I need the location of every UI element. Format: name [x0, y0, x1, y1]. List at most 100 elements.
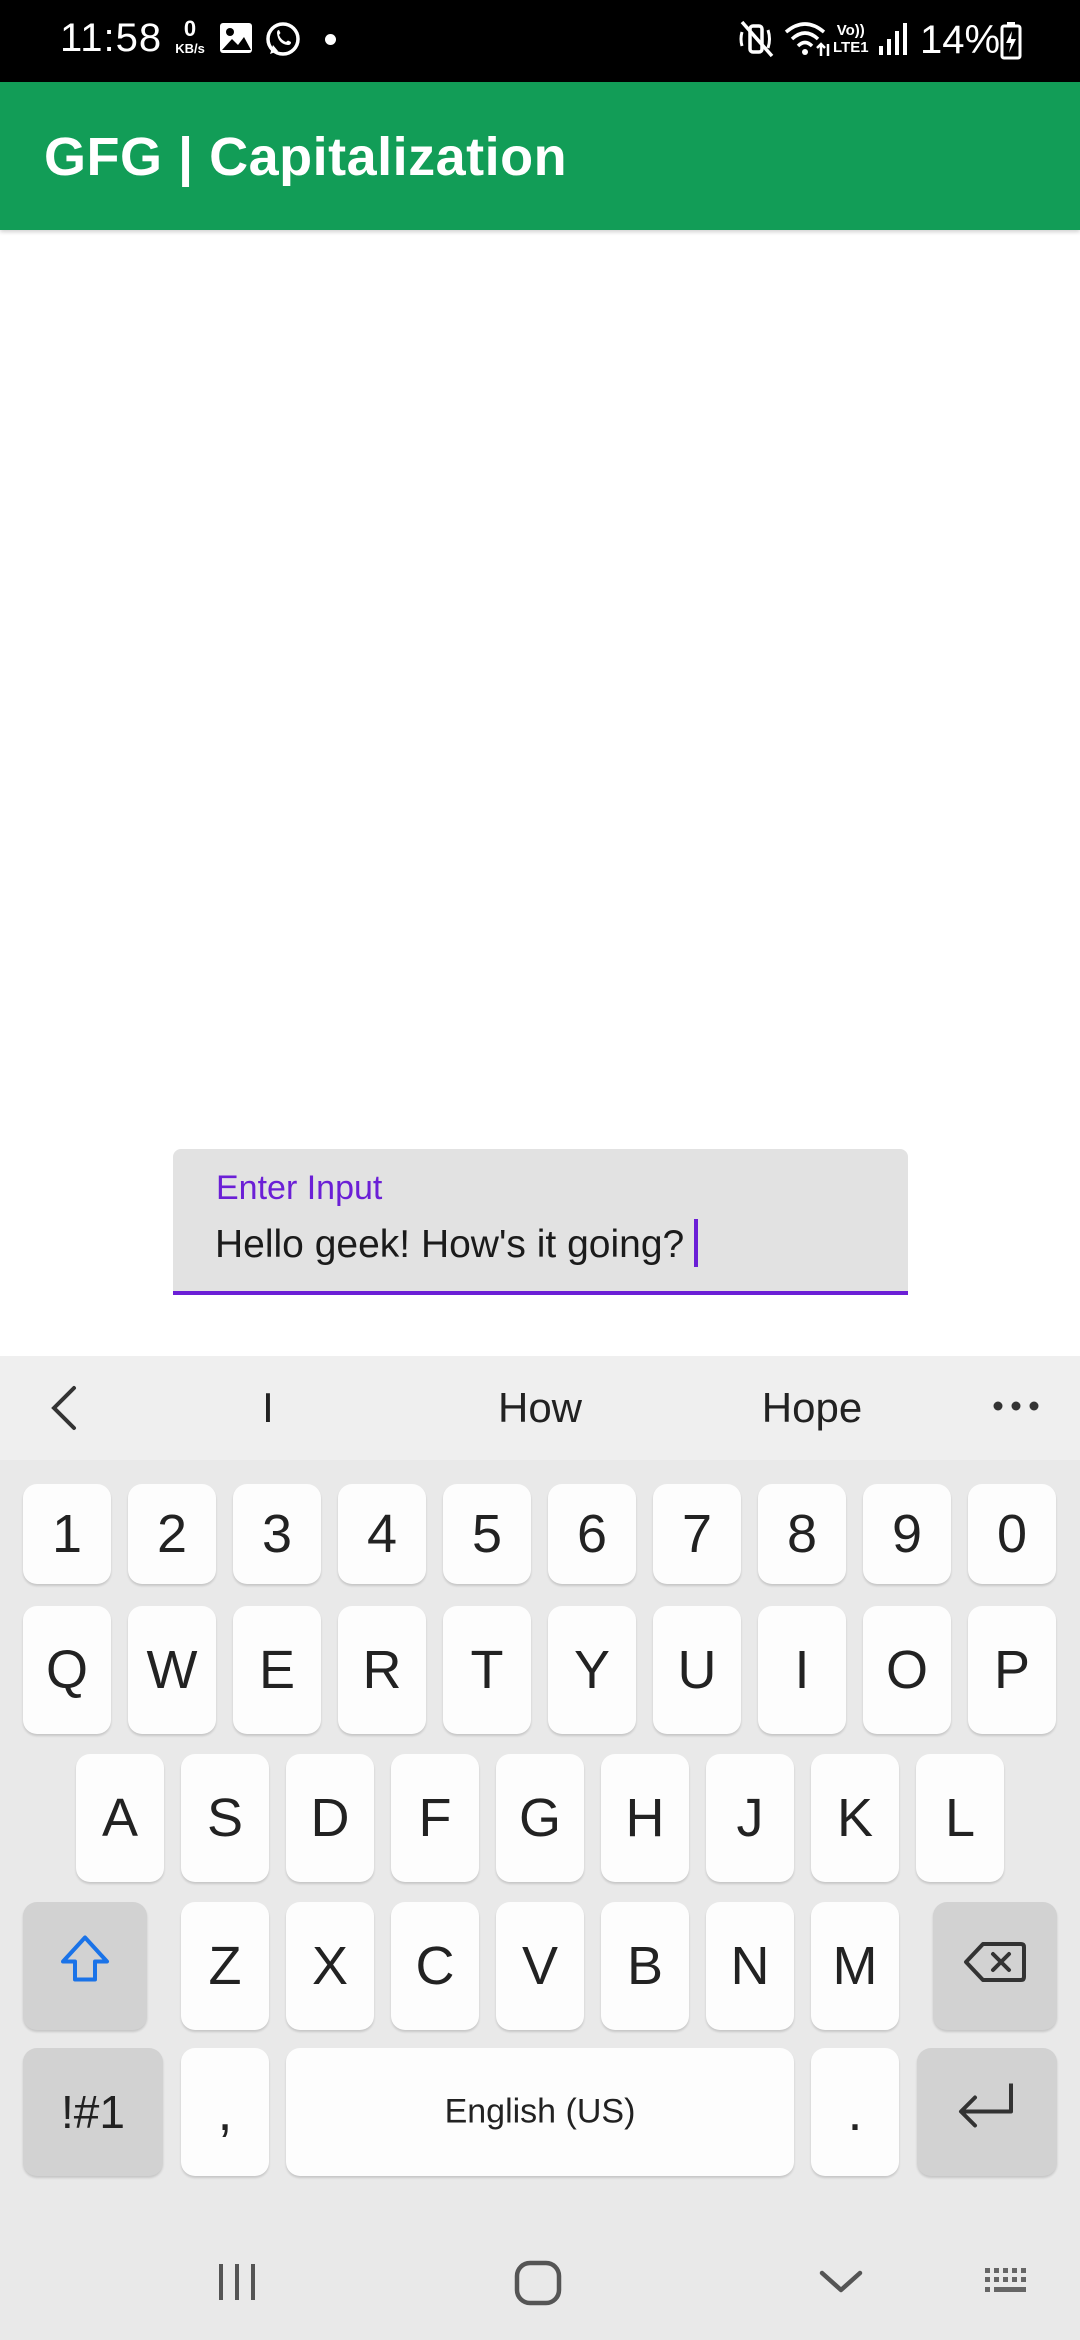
key-k-label: K	[836, 1788, 874, 1848]
shift-icon	[23, 1932, 147, 2001]
suggestion-3[interactable]: Hope	[712, 1384, 912, 1432]
key-e[interactable]: E	[233, 1606, 321, 1734]
key-l-label: L	[944, 1788, 976, 1848]
status-time: 11:58	[60, 16, 163, 60]
text-cursor	[694, 1219, 699, 1267]
enter-key[interactable]	[917, 2048, 1057, 2176]
key-2-label: 2	[156, 1504, 188, 1564]
key-o-label: O	[885, 1640, 928, 1700]
key-1-label: 1	[51, 1504, 83, 1564]
key-a-label: A	[101, 1788, 139, 1848]
key-9[interactable]: 9	[863, 1484, 951, 1584]
key-0[interactable]: 0	[968, 1484, 1056, 1584]
suggestion-1[interactable]: I	[228, 1384, 308, 1432]
key-x-label: X	[311, 1936, 349, 1996]
key-x[interactable]: X	[286, 1902, 374, 2030]
signal-icon	[878, 22, 910, 61]
key-q[interactable]: Q	[23, 1606, 111, 1734]
key-t-label: T	[470, 1640, 504, 1700]
key-9-label: 9	[891, 1504, 923, 1564]
key-7[interactable]: 7	[653, 1484, 741, 1584]
key-7-label: 7	[681, 1504, 713, 1564]
period-key[interactable]: .	[811, 2048, 899, 2176]
input-value[interactable]: Hello geek! How's it going?	[215, 1223, 684, 1266]
whatsapp-icon	[264, 20, 302, 63]
recents-icon[interactable]	[215, 2262, 259, 2307]
keyboard-switch-icon[interactable]	[983, 2266, 1033, 2301]
key-2[interactable]: 2	[128, 1484, 216, 1584]
key-h[interactable]: H	[601, 1754, 689, 1882]
key-a[interactable]: A	[76, 1754, 164, 1882]
key-1[interactable]: 1	[23, 1484, 111, 1584]
key-c[interactable]: C	[391, 1902, 479, 2030]
key-c-label: C	[415, 1936, 455, 1996]
key-e-label: E	[258, 1640, 296, 1700]
key-j-label: J	[736, 1788, 764, 1848]
key-4[interactable]: 4	[338, 1484, 426, 1584]
home-icon[interactable]	[514, 2260, 562, 2311]
space-key[interactable]: English (US)	[286, 2048, 794, 2176]
key-v[interactable]: V	[496, 1902, 584, 2030]
key-s-label: S	[206, 1788, 244, 1848]
suggestion-2[interactable]: How	[440, 1384, 640, 1432]
key-r[interactable]: R	[338, 1606, 426, 1734]
space-key-label: English (US)	[444, 2092, 636, 2131]
volte-line2: LTE1	[833, 39, 869, 56]
notification-dot	[325, 34, 336, 45]
app-title: GFG | Capitalization	[44, 127, 568, 187]
key-y[interactable]: Y	[548, 1606, 636, 1734]
key-d-label: D	[310, 1788, 350, 1848]
key-k[interactable]: K	[811, 1754, 899, 1882]
key-o[interactable]: O	[863, 1606, 951, 1734]
key-t[interactable]: T	[443, 1606, 531, 1734]
battery-charging-icon	[1000, 22, 1022, 65]
key-f-label: F	[418, 1788, 452, 1848]
key-m[interactable]: M	[811, 1902, 899, 2030]
shift-key[interactable]	[23, 1902, 147, 2030]
key-w[interactable]: W	[128, 1606, 216, 1734]
volte-indicator: Vo)) LTE1	[833, 22, 869, 56]
key-5[interactable]: 5	[443, 1484, 531, 1584]
comma-key[interactable]: ,	[181, 2048, 269, 2176]
key-d[interactable]: D	[286, 1754, 374, 1882]
network-speed-value: 0	[183, 16, 197, 41]
key-z[interactable]: Z	[181, 1902, 269, 2030]
key-w-label: W	[146, 1640, 198, 1700]
key-b[interactable]: B	[601, 1902, 689, 2030]
key-4-label: 4	[366, 1504, 398, 1564]
key-r-label: R	[362, 1640, 402, 1700]
text-input-field[interactable]: Enter Input Hello geek! How's it going?	[173, 1149, 908, 1295]
key-p[interactable]: P	[968, 1606, 1056, 1734]
more-options-icon[interactable]	[990, 1396, 1042, 1416]
chevron-left-icon[interactable]	[42, 1384, 86, 1432]
key-g[interactable]: G	[496, 1754, 584, 1882]
key-0-label: 0	[996, 1504, 1028, 1564]
key-6-label: 6	[576, 1504, 608, 1564]
key-n[interactable]: N	[706, 1902, 794, 2030]
key-i[interactable]: I	[758, 1606, 846, 1734]
backspace-key[interactable]	[933, 1902, 1057, 2030]
key-j[interactable]: J	[706, 1754, 794, 1882]
key-u[interactable]: U	[653, 1606, 741, 1734]
key-8[interactable]: 8	[758, 1484, 846, 1584]
volte-line1: Vo))	[836, 22, 865, 39]
key-6[interactable]: 6	[548, 1484, 636, 1584]
period-key-label: .	[847, 2082, 863, 2142]
symbols-key[interactable]: !#1	[23, 2048, 163, 2176]
key-b-label: B	[626, 1936, 664, 1996]
key-y-label: Y	[573, 1640, 611, 1700]
key-u-label: U	[677, 1640, 717, 1700]
hide-keyboard-icon[interactable]	[818, 2268, 864, 2301]
key-s[interactable]: S	[181, 1754, 269, 1882]
key-5-label: 5	[471, 1504, 503, 1564]
key-i-label: I	[794, 1640, 810, 1700]
key-n-label: N	[730, 1936, 770, 1996]
input-value-row[interactable]: Hello geek! How's it going?	[215, 1219, 699, 1267]
key-3-label: 3	[261, 1504, 293, 1564]
key-f[interactable]: F	[391, 1754, 479, 1882]
status-bar: 11:58 0 KB/s Vo)) LTE1 14%	[0, 0, 1080, 82]
key-3[interactable]: 3	[233, 1484, 321, 1584]
key-p-label: P	[993, 1640, 1031, 1700]
app-bar: GFG | Capitalization	[0, 82, 1080, 230]
key-l[interactable]: L	[916, 1754, 1004, 1882]
